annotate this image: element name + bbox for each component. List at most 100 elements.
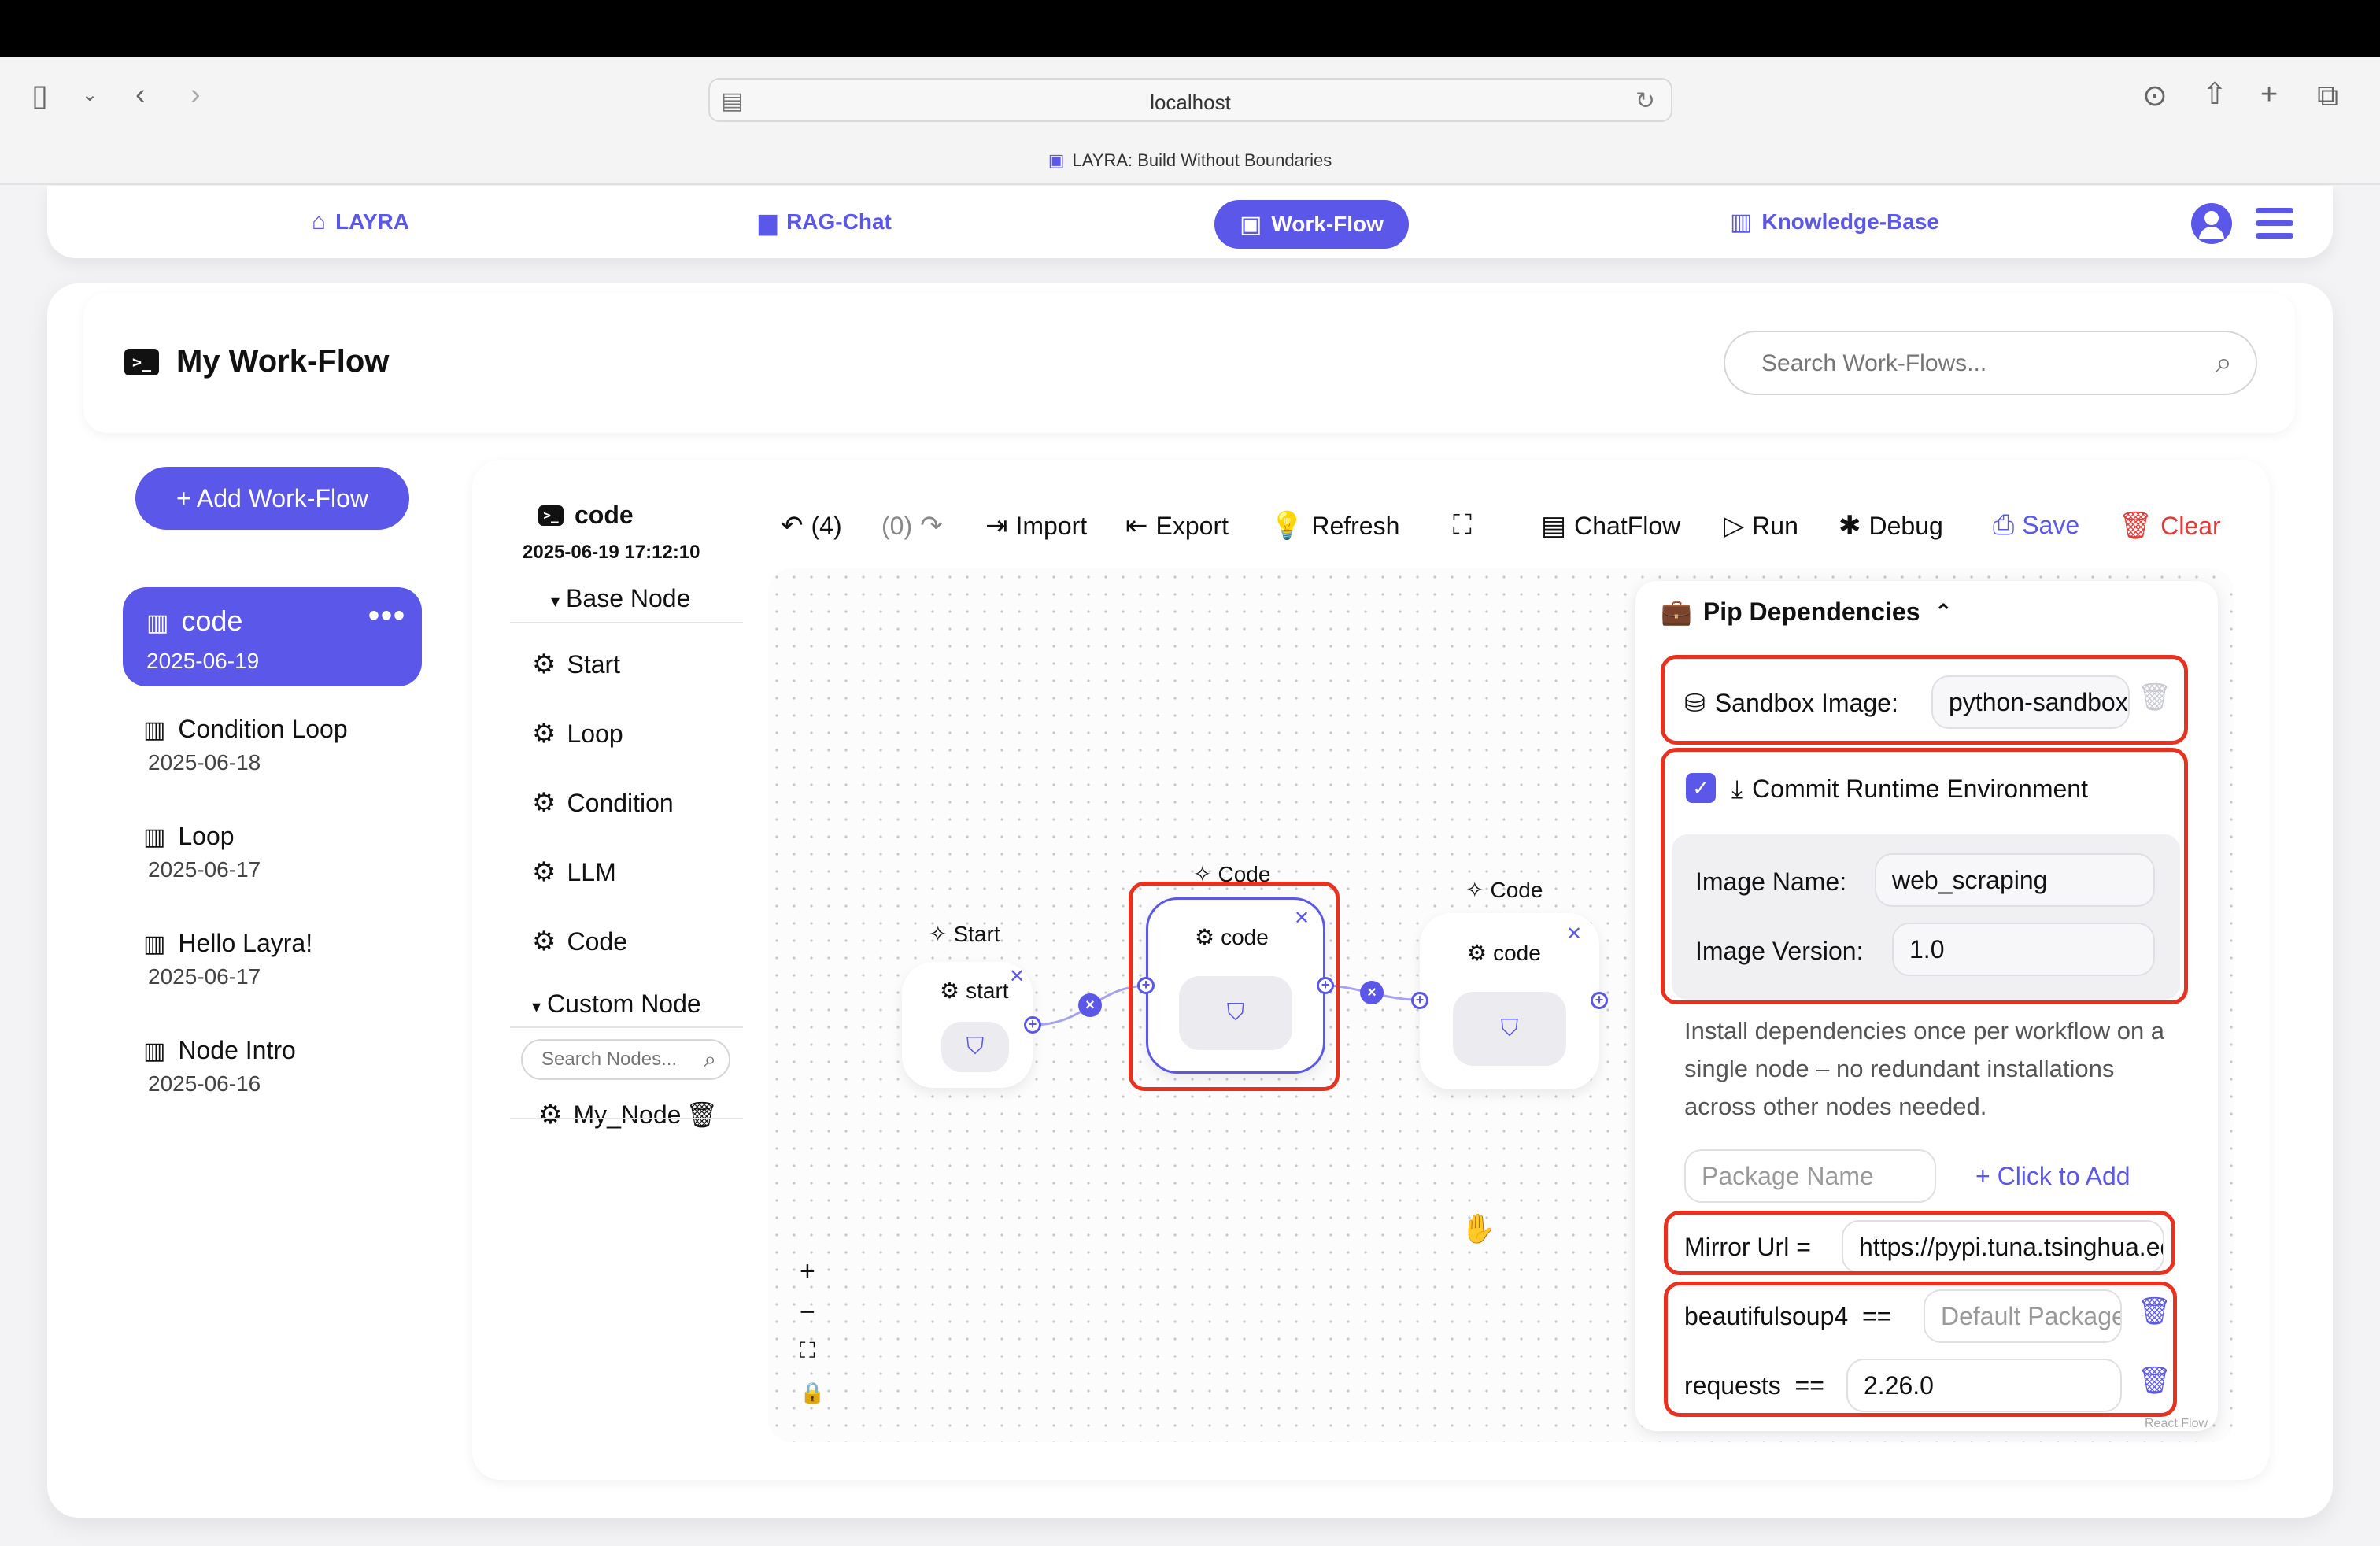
add-package-button[interactable]: + Click to Add [1975,1162,2131,1191]
palette-item-custom[interactable]: ⚙ My_Node 🗑 [538,1099,718,1130]
run-button[interactable]: ▷ Run [1724,510,1798,542]
close-icon[interactable]: ✕ [1009,965,1025,988]
undo-button[interactable]: ↶ (4) [781,510,842,542]
briefcase-icon: 💼 [1661,597,1692,626]
chatflow-button[interactable]: ▤ ChatFlow [1541,510,1680,542]
menu-icon[interactable] [2256,208,2293,239]
palette-item-start[interactable]: ⚙ Start [532,649,620,680]
package-name-field[interactable]: Package Name [1684,1149,1936,1203]
tabs-icon[interactable]: ⧉ [2317,81,2338,111]
node-search[interactable]: ⌕ [521,1039,730,1080]
workflow-timestamp: 2025-06-19 17:12:10 [523,542,700,563]
trash-icon: 🗑 [2119,511,2153,541]
workflow-item-active[interactable]: ▥ code 2025-06-19 ••• [123,587,422,686]
output-handle[interactable]: + [1591,992,1608,1009]
fullscreen-icon: ⛶ [1453,510,1472,540]
highlight-box [1129,882,1340,1091]
shield-icon: ⛉ [941,1022,1009,1072]
nav-knowledge-base[interactable]: ▥ Knowledge-Base [1730,186,1939,258]
palette-item-llm[interactable]: ⚙ LLM [532,856,616,888]
more-icon[interactable]: ••• [368,598,406,634]
caret-down-icon: ▾ [551,591,560,611]
workflow-item[interactable]: ▥ Condition Loop 2025-06-18 [143,715,379,775]
highlight-box [1661,748,2188,1004]
input-handle[interactable]: + [1411,992,1428,1009]
bug-icon: ✱ [1839,511,1861,541]
page-title: >_ My Work-Flow [124,344,389,379]
gear-icon: ⚙ [532,788,556,818]
search-icon[interactable]: ⌕ [2216,346,2232,380]
save-icon: ⎙ [1993,510,2015,540]
share-icon[interactable]: ⇧ [2202,80,2227,109]
workflow-search-input[interactable] [1761,346,2171,381]
palette-item-code[interactable]: ⚙ Code [532,926,627,957]
address-bar[interactable]: ▤ localhost ↻ [708,78,1672,122]
save-button[interactable]: ⎙ Save [1993,510,2079,541]
browser-chrome: ▯ ⌄ ‹ › ▤ localhost ↻ ⊙ ⇧ + ⧉ ▣ LAYRA: Bu… [0,57,2380,185]
export-button[interactable]: ⇤ Export [1125,510,1229,542]
workflow-search[interactable]: ⌕ [1724,331,2257,395]
divider [510,1026,743,1028]
divider [510,622,743,623]
delete-edge-icon[interactable]: × [1360,981,1384,1004]
map-icon: ▥ [143,824,166,850]
refresh-button[interactable]: 💡 Refresh [1270,510,1399,542]
undo-icon: ↶ [781,511,804,541]
terminal-icon: ▣ [1240,211,1262,238]
highlight-box [1664,1282,2177,1417]
sparkle-icon: ✧ [929,922,948,946]
search-icon[interactable]: ⌕ [704,1047,716,1073]
nav-rag-chat[interactable]: ▆ RAG-Chat [759,186,892,258]
nav-layra[interactable]: ⌂ LAYRA [312,186,409,258]
user-avatar-icon[interactable] [2191,203,2232,244]
download-icon[interactable]: ⊙ [2142,81,2168,111]
node-label: ⚙ start [940,978,1009,1004]
redo-icon: ↷ [920,511,943,541]
map-icon: ▥ [143,717,166,743]
import-button[interactable]: ⇥ Import [985,510,1087,542]
reload-icon[interactable]: ↻ [1635,87,1655,115]
forward-icon[interactable]: › [190,80,201,109]
zoom-in-button[interactable]: + [800,1256,815,1287]
sparkle-icon: ✧ [1465,878,1484,902]
chevron-down-icon[interactable]: ⌄ [82,86,98,105]
highlight-box [1661,655,2188,745]
sidebar-toggle-icon[interactable]: ▯ [31,81,48,111]
help-text: Install dependencies once per workflow o… [1684,1017,2165,1120]
book-icon: ▥ [1730,209,1753,235]
menu-bar [0,0,2380,57]
gear-icon: ⚙ [940,978,960,1003]
palette-item-condition[interactable]: ⚙ Condition [532,787,674,819]
base-node-header[interactable]: ▾ Base Node [551,584,690,613]
redo-button[interactable]: (0) ↷ [881,510,943,542]
fit-view-icon[interactable]: ⛶ [800,1338,815,1364]
trash-icon[interactable]: 🗑 [686,1100,718,1130]
new-tab-icon[interactable]: + [2260,80,2278,109]
fullscreen-button[interactable]: ⛶ [1453,510,1480,541]
delete-edge-icon[interactable]: × [1078,993,1102,1017]
terminal-icon: >_ [538,505,564,526]
pip-panel-header[interactable]: 💼 Pip Dependencies ⌃ [1661,597,1953,627]
node-search-input[interactable] [541,1049,691,1071]
node-label: ⚙ code [1467,940,1541,966]
workflow-item[interactable]: ▥ Loop 2025-06-17 [143,822,379,882]
output-handle[interactable]: + [1024,1016,1041,1034]
chevron-up-icon: ⌃ [1934,599,1953,624]
lock-icon[interactable]: 🔒 [800,1381,825,1405]
workflow-item[interactable]: ▥ Hello Layra! 2025-06-17 [143,929,379,989]
attribution: React Flow [2145,1417,2208,1430]
zoom-out-button[interactable]: − [800,1297,815,1328]
export-icon: ⇤ [1125,511,1148,541]
back-icon[interactable]: ‹ [135,80,146,109]
home-icon: ⌂ [312,209,327,235]
custom-node-header[interactable]: ▾ Custom Node [532,989,701,1019]
tab-title[interactable]: ▣ LAYRA: Build Without Boundaries [0,150,2380,171]
workflow-item[interactable]: ▥ Node Intro 2025-06-16 [143,1036,379,1097]
palette-item-loop[interactable]: ⚙ Loop [532,718,623,749]
gear-icon: ⚙ [1467,941,1488,965]
nav-work-flow[interactable]: ▣ Work-Flow [1214,200,1409,249]
close-icon[interactable]: ✕ [1566,923,1582,945]
clear-button[interactable]: 🗑 Clear [2119,510,2221,542]
debug-button[interactable]: ✱ Debug [1839,510,1943,542]
add-workflow-button[interactable]: + Add Work-Flow [135,467,409,530]
